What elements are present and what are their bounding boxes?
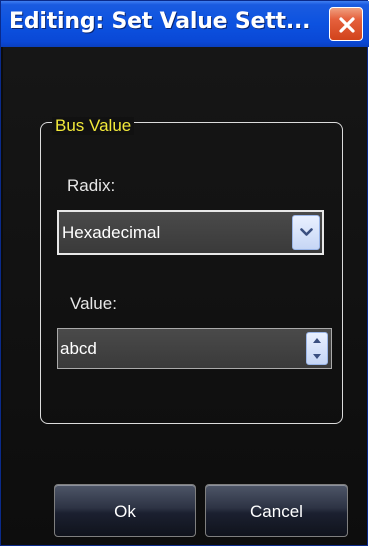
value-input[interactable]: abcd bbox=[60, 339, 97, 359]
ok-button[interactable]: Ok bbox=[54, 484, 196, 537]
spin-down-icon bbox=[313, 354, 321, 359]
radix-selected-value: Hexadecimal bbox=[62, 223, 161, 242]
group-title: Bus Value bbox=[52, 117, 135, 135]
radix-label: Radix: bbox=[67, 176, 116, 195]
close-button[interactable] bbox=[329, 7, 363, 41]
value-spinbox[interactable]: abcd bbox=[57, 328, 332, 369]
radix-dropdown-button[interactable] bbox=[292, 215, 320, 250]
spin-buttons bbox=[306, 332, 328, 365]
close-icon bbox=[339, 17, 355, 33]
spin-up-button[interactable] bbox=[307, 333, 327, 348]
chevron-down-icon bbox=[300, 228, 313, 236]
spin-up-icon bbox=[313, 338, 321, 343]
bus-value-group bbox=[40, 122, 343, 424]
cancel-button[interactable]: Cancel bbox=[205, 484, 348, 537]
title-bar[interactable]: Editing: Set Value Sett... bbox=[1, 1, 369, 47]
window-title: Editing: Set Value Sett... bbox=[9, 9, 311, 34]
spin-down-button[interactable] bbox=[307, 349, 327, 364]
radix-select[interactable]: Hexadecimal bbox=[57, 210, 324, 255]
value-label: Value: bbox=[70, 294, 117, 313]
